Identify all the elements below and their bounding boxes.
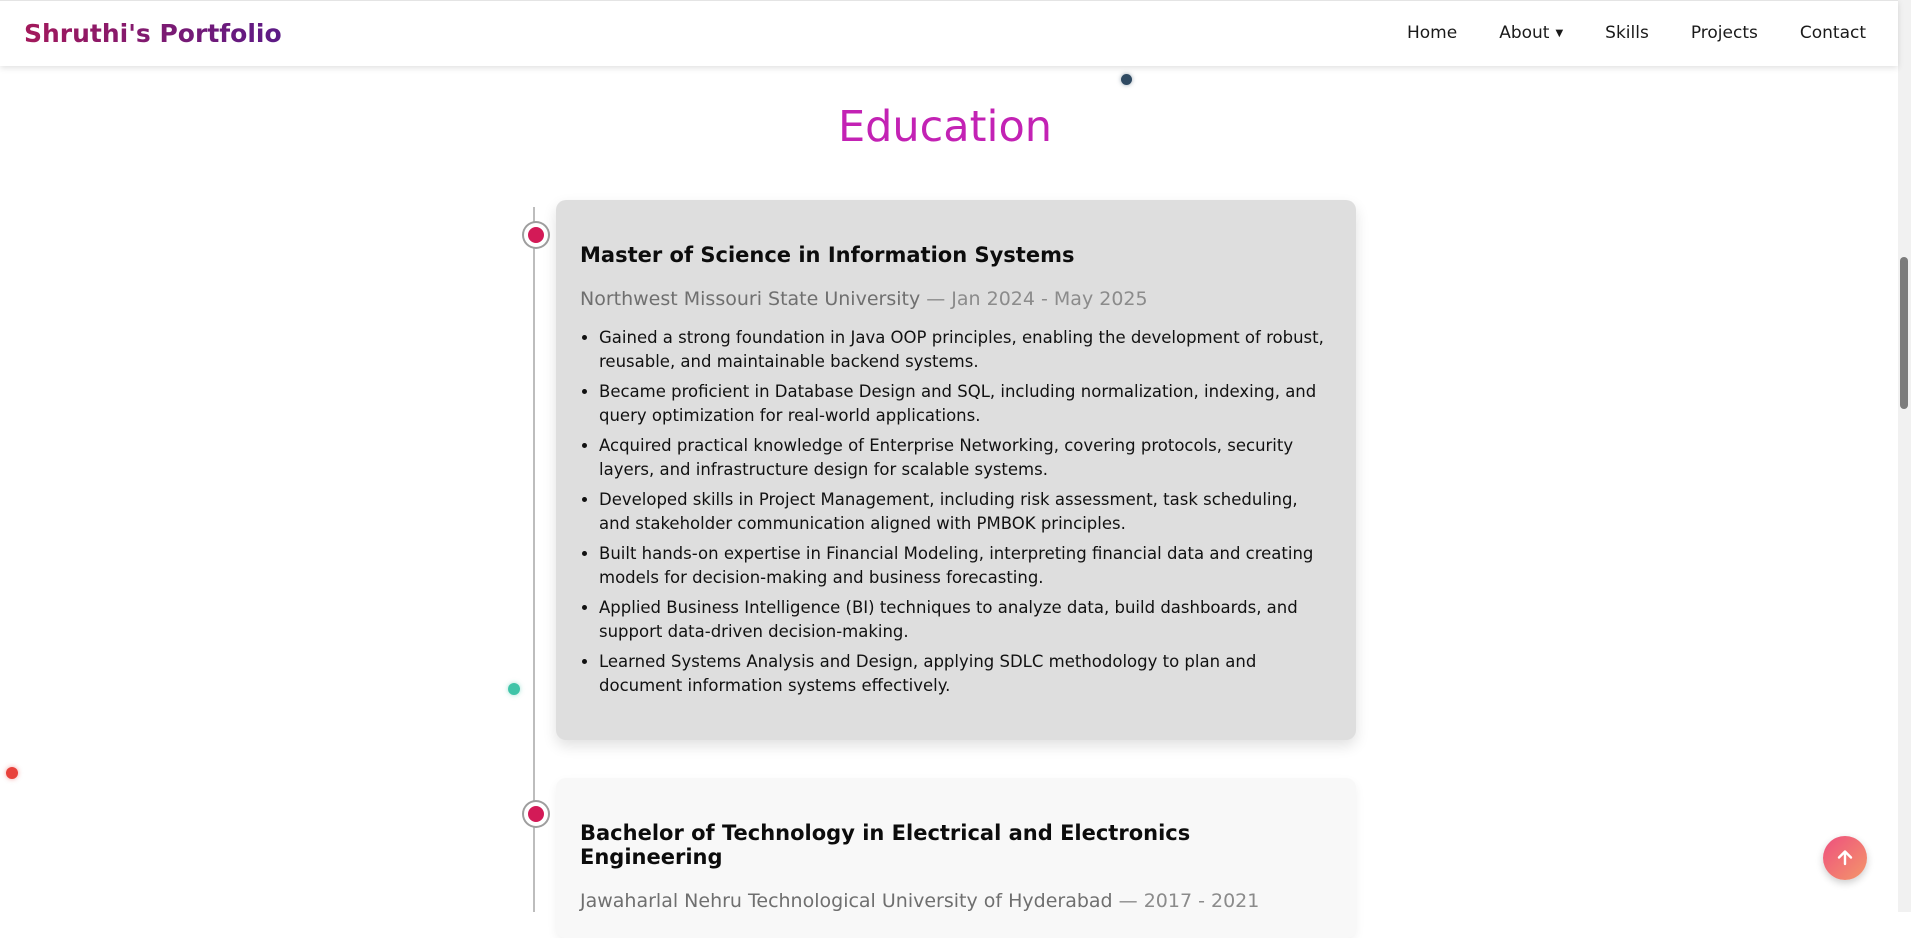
nav-link-contact[interactable]: Contact: [1800, 23, 1866, 43]
list-item: Applied Business Intelligence (BI) techn…: [599, 596, 1332, 644]
degree-title: Master of Science in Information Systems: [580, 243, 1075, 267]
list-item: Became proficient in Database Design and…: [599, 380, 1332, 428]
list-item: Developed skills in Project Management, …: [599, 488, 1332, 536]
brand-logo[interactable]: Shruthi's Portfolio: [24, 19, 282, 48]
list-item: Built hands-on expertise in Financial Mo…: [599, 542, 1332, 590]
scrollbar-track[interactable]: [1898, 0, 1911, 912]
caret-down-icon: ▼: [1555, 28, 1564, 39]
nav-link-projects[interactable]: Projects: [1691, 23, 1758, 43]
decorative-particle: [6, 767, 18, 779]
nav-links: Home About ▼ Skills Projects Contact: [1407, 23, 1866, 43]
education-card: Bachelor of Technology in Electrical and…: [556, 778, 1356, 938]
coursework-list: Gained a strong foundation in Java OOP p…: [580, 326, 1332, 698]
scroll-to-top-button[interactable]: [1823, 836, 1867, 880]
school-info: Jawaharlal Nehru Technological Universit…: [580, 890, 1332, 912]
arrow-up-icon: [1837, 850, 1853, 866]
education-card: Master of Science in Information Systems…: [556, 200, 1356, 740]
decorative-particle: [508, 683, 520, 695]
date-range: — 2017 - 2021: [1118, 890, 1260, 912]
navbar: Shruthi's Portfolio Home About ▼ Skills P…: [0, 0, 1898, 66]
scrollbar-thumb[interactable]: [1900, 257, 1908, 409]
nav-link-about[interactable]: About ▼: [1499, 23, 1563, 43]
list-item: Acquired practical knowledge of Enterpri…: [599, 434, 1332, 482]
school-info: Northwest Missouri State University — Ja…: [580, 288, 1332, 310]
decorative-particle: [1121, 74, 1132, 85]
date-range: — Jan 2024 - May 2025: [926, 288, 1148, 310]
list-item: Learned Systems Analysis and Design, app…: [599, 650, 1332, 698]
nav-link-skills[interactable]: Skills: [1605, 23, 1649, 43]
school-name: Northwest Missouri State University: [580, 288, 921, 310]
nav-link-about-label: About: [1499, 23, 1550, 43]
list-item: Gained a strong foundation in Java OOP p…: [599, 326, 1332, 374]
timeline-dot: [524, 223, 548, 247]
section-title: Education: [837, 102, 1053, 152]
degree-title: Bachelor of Technology in Electrical and…: [580, 821, 1191, 869]
timeline-dot: [524, 802, 548, 826]
school-name: Jawaharlal Nehru Technological Universit…: [580, 890, 1113, 912]
nav-link-home[interactable]: Home: [1407, 23, 1457, 43]
